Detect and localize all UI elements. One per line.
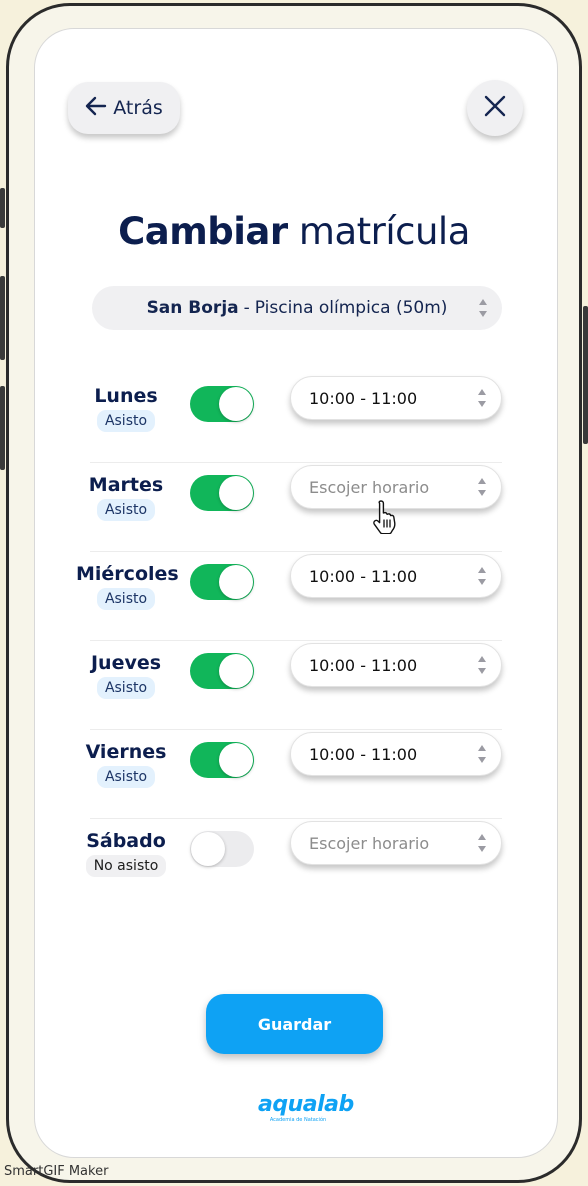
phone-volume-up-button xyxy=(0,276,5,360)
schedule-value: 10:00 - 11:00 xyxy=(309,566,418,586)
toggle-knob xyxy=(219,565,253,599)
day-name: Martes xyxy=(88,474,164,496)
attendance-toggle[interactable] xyxy=(190,386,254,422)
schedule-value: Escojer horario xyxy=(309,477,430,497)
toggle-knob xyxy=(191,832,225,866)
schedule-select[interactable]: Escojer horario xyxy=(290,821,502,865)
phone-volume-down-button xyxy=(0,386,5,470)
back-button[interactable]: Atrás xyxy=(68,82,180,134)
toggle-knob xyxy=(219,476,253,510)
close-icon xyxy=(483,94,507,122)
attendance-toggle[interactable] xyxy=(190,742,254,778)
day-row-2: Miércoles Asisto 10:00 - 11:00 xyxy=(76,552,502,641)
schedule-value: Escojer horario xyxy=(309,833,430,853)
page-title-bold: Cambiar xyxy=(118,210,288,253)
attendance-badge: Asisto xyxy=(96,766,156,788)
attendance-toggle[interactable] xyxy=(190,475,254,511)
attendance-badge: No asisto xyxy=(85,855,167,877)
day-label-group: Lunes Asisto xyxy=(76,384,176,432)
logo-wordmark: aqualab xyxy=(258,1092,354,1117)
schedule-select[interactable]: 10:00 - 11:00 xyxy=(290,376,502,420)
spinner-arrows-icon xyxy=(477,743,487,765)
day-name: Miércoles xyxy=(76,563,179,585)
location-district: San Borja xyxy=(146,298,239,318)
day-name: Viernes xyxy=(85,741,167,763)
location-venue: Piscina olímpica (50m) xyxy=(254,298,448,318)
day-label-group: Jueves Asisto xyxy=(76,651,176,699)
toggle-knob xyxy=(219,654,253,688)
aqualab-logo: aqualab Academia de Natación xyxy=(258,1092,354,1130)
schedule-select[interactable]: 10:00 - 11:00 xyxy=(290,732,502,776)
watermark: SmartGIF Maker xyxy=(4,1164,109,1179)
spinner-arrows-icon xyxy=(478,297,488,319)
attendance-badge: Asisto xyxy=(96,677,156,699)
attendance-toggle[interactable] xyxy=(190,831,254,867)
attendance-badge: Asisto xyxy=(96,588,156,610)
day-name: Jueves xyxy=(90,652,162,674)
schedule-value: 10:00 - 11:00 xyxy=(309,744,418,764)
attendance-toggle[interactable] xyxy=(190,564,254,600)
day-row-4: Viernes Asisto 10:00 - 11:00 xyxy=(86,730,502,819)
schedule-select[interactable]: 10:00 - 11:00 xyxy=(290,554,502,598)
spinner-arrows-icon xyxy=(477,387,487,409)
logo-tagline: Academia de Natación xyxy=(269,1117,327,1123)
phone-power-button xyxy=(583,306,588,444)
day-row-3: Jueves Asisto 10:00 - 11:00 xyxy=(90,641,502,730)
day-label-group: Miércoles Asisto xyxy=(76,562,179,610)
spinner-arrows-icon xyxy=(477,832,487,854)
toggle-knob xyxy=(219,743,253,777)
attendance-toggle[interactable] xyxy=(190,653,254,689)
day-label-group: Martes Asisto xyxy=(76,473,176,521)
day-row-1: Martes Asisto Escojer horario xyxy=(89,463,502,552)
toggle-knob xyxy=(219,387,253,421)
location-select[interactable]: San Borja - Piscina olímpica (50m) xyxy=(92,286,502,330)
back-button-label: Atrás xyxy=(113,97,163,119)
attendance-badge: Asisto xyxy=(96,410,156,432)
page-title: Cambiar matrícula xyxy=(0,210,588,253)
schedule-select[interactable]: 10:00 - 11:00 xyxy=(290,643,502,687)
close-button[interactable] xyxy=(467,80,523,136)
page-title-regular: matrícula xyxy=(298,210,470,253)
spinner-arrows-icon xyxy=(477,654,487,676)
attendance-badge: Asisto xyxy=(96,499,156,521)
arrow-left-icon xyxy=(85,96,107,120)
spinner-arrows-icon xyxy=(477,565,487,587)
location-separator: - xyxy=(243,298,250,318)
day-name: Sábado xyxy=(86,830,166,852)
day-row-0: Lunes Asisto 10:00 - 11:00 xyxy=(90,374,502,463)
schedule-value: 10:00 - 11:00 xyxy=(309,655,418,675)
schedule-value: 10:00 - 11:00 xyxy=(309,388,418,408)
day-label-group: Sábado No asisto xyxy=(76,829,176,877)
day-label-group: Viernes Asisto xyxy=(76,740,176,788)
day-row-5: Sábado No asisto Escojer horario xyxy=(85,819,502,907)
spinner-arrows-icon xyxy=(477,476,487,498)
day-name: Lunes xyxy=(94,385,158,407)
hand-cursor-icon xyxy=(372,498,402,535)
save-button[interactable]: Guardar xyxy=(206,994,383,1054)
